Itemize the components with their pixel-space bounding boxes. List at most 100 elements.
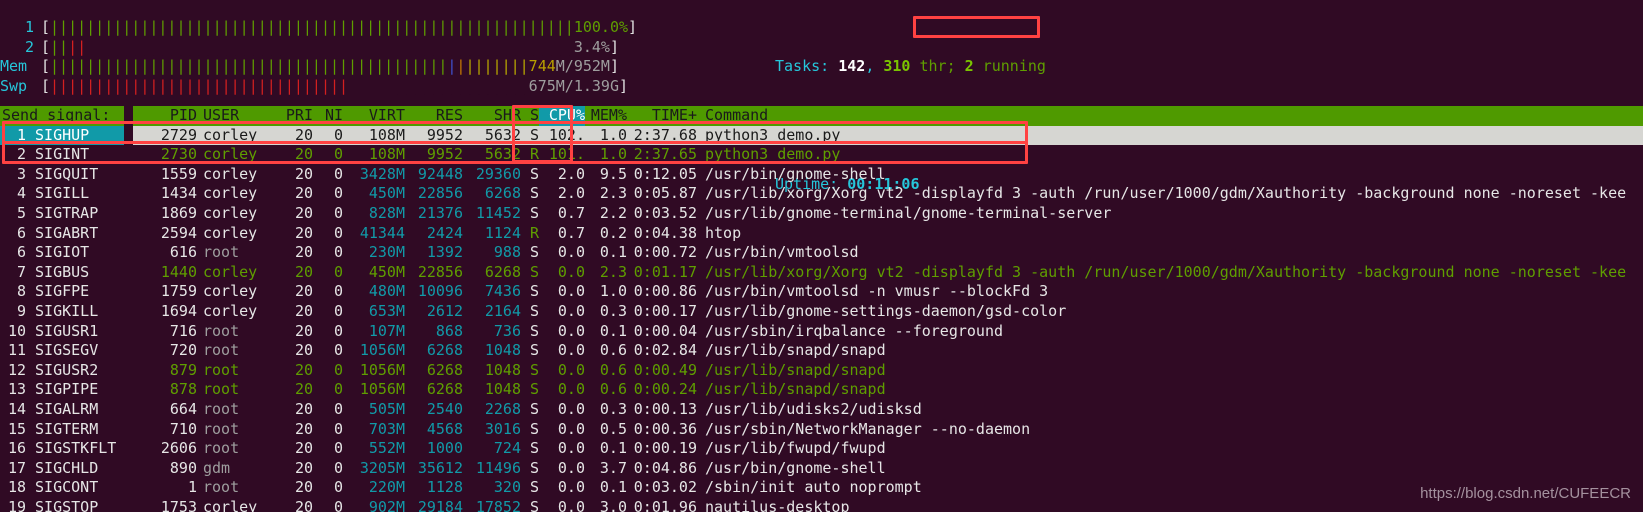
meter-bars: ||||||||||||||||||||||||||||||||||||||||…	[50, 18, 574, 36]
table-row[interactable]: 664 root 20 0 505M 2540 2268 S 0.0 0.3 0:00.13/usr…	[133, 400, 1643, 420]
cell-pid: 2606	[160, 439, 197, 458]
cell-ni: 0	[333, 223, 343, 242]
signal-name: SIGFPE	[26, 282, 90, 301]
signal-item-sigbus[interactable]: 7 SIGBUS	[0, 263, 124, 283]
table-row[interactable]: 2730 corley 20 0 108M 9952 5632 R 101. 1.0 2:37.65…	[133, 145, 1643, 165]
cell-cpu-pct: 0.0	[557, 497, 585, 512]
table-row[interactable]: 716 root 20 0 107M 868 736 S 0.0 0.1 0:00.04/usr/s…	[133, 322, 1643, 342]
table-row[interactable]: 710 root 20 0 703M 4568 3016 S 0.0 0.5 0:00.36/usr…	[133, 420, 1643, 440]
column-header-mem-pct[interactable]: MEM%	[585, 106, 627, 126]
cell-virt: 450M	[368, 262, 405, 281]
signal-number: 7	[16, 262, 26, 281]
cell-virt: 653M	[368, 301, 405, 320]
cell-pri: 20	[294, 341, 313, 360]
table-row[interactable]: 1559 corley 20 0 3428M 92448 29360 S 2.0 9.5 0:12.…	[133, 165, 1643, 185]
table-row[interactable]: 1753 corley 20 0 902M 29184 17852 S 0.0 3.0 0:01.9…	[133, 498, 1643, 512]
cell-res: 6268	[426, 341, 463, 360]
signal-name: SIGINT	[26, 145, 90, 164]
table-row[interactable]: 890 gdm 20 0 3205M 35612 11496 S 0.0 3.7 0:04.86/u…	[133, 459, 1643, 479]
table-row[interactable]: 1434 corley 20 0 450M 22856 6268 S 2.0 2.3 0:05.87…	[133, 184, 1643, 204]
cell-pid: 890	[169, 458, 197, 477]
signal-item-sigstop[interactable]: 19 SIGSTOP	[0, 498, 124, 512]
cell-command: python3 demo.py	[705, 125, 841, 144]
cell-res: 1392	[426, 243, 463, 262]
signal-item-sigint[interactable]: 2 SIGINT	[0, 145, 124, 165]
column-header-cpu-pct[interactable]: CPU%	[539, 106, 585, 126]
signal-item-sigkill[interactable]: 9 SIGKILL	[0, 302, 124, 322]
cell-user: corley	[203, 184, 258, 203]
cell-cpu-pct: 0.0	[557, 321, 585, 340]
process-table[interactable]: PID USER PRI NI VIRT RES SHR S CPU% MEM% TIME+ Comm…	[133, 106, 1643, 512]
meter-label: Swp	[0, 76, 28, 95]
meter-close-bracket: ]	[618, 76, 629, 95]
cell-pri: 20	[294, 164, 313, 183]
cell-shr: 3016	[484, 419, 521, 438]
signal-item-sigalrm[interactable]: 14 SIGALRM	[0, 400, 124, 420]
cell-pri: 20	[294, 243, 313, 262]
signal-item-sigfpe[interactable]: 8 SIGFPE	[0, 282, 124, 302]
table-row[interactable]: 720 root 20 0 1056M 6268 1048 S 0.0 0.6 0:02.84/us…	[133, 341, 1643, 361]
cell-command: python3 demo.py	[705, 145, 841, 164]
table-row[interactable]: 878 root 20 0 1056M 6268 1048 S 0.0 0.6 0:00.24/us…	[133, 380, 1643, 400]
column-header-user[interactable]: USER	[197, 106, 273, 126]
table-row[interactable]: 1869 corley 20 0 828M 21376 11452 S 0.7 2.2 0:03.5…	[133, 204, 1643, 224]
signal-item-sigquit[interactable]: 3 SIGQUIT	[0, 165, 124, 185]
signal-item-sigchld[interactable]: 17 SIGCHLD	[0, 459, 124, 479]
signal-item-sigusr1[interactable]: 10 SIGUSR1	[0, 322, 124, 342]
signal-item-sigtrap[interactable]: 5 SIGTRAP	[0, 204, 124, 224]
signal-item-sigabrt[interactable]: 6 SIGABRT	[0, 224, 124, 244]
column-header-res[interactable]: RES	[405, 106, 463, 126]
column-header-command[interactable]: Command	[697, 106, 768, 126]
signal-item-sigill[interactable]: 4 SIGILL	[0, 184, 124, 204]
column-header-pid[interactable]: PID	[133, 106, 197, 126]
signal-number: 12	[7, 360, 26, 379]
cell-virt: 828M	[368, 203, 405, 222]
cell-res: 2540	[426, 399, 463, 418]
table-row[interactable]: 2594 corley 20 0 41344 2424 1124 R 0.7 0.2 0:04.38…	[133, 224, 1643, 244]
signal-item-sigiot[interactable]: 6 SIGIOT	[0, 243, 124, 263]
cell-pid: 879	[169, 360, 197, 379]
table-row[interactable]: 1694 corley 20 0 653M 2612 2164 S 0.0 0.3 0:00.17 /…	[133, 302, 1643, 322]
column-header-virt[interactable]: VIRT	[343, 106, 405, 126]
cell-virt: 3205M	[359, 458, 405, 477]
process-table-header[interactable]: PID USER PRI NI VIRT RES SHR S CPU% MEM% TIME+ Comm…	[133, 106, 1643, 126]
column-header-ni[interactable]: NI	[313, 106, 343, 126]
signal-name: SIGBUS	[26, 262, 90, 281]
cell-mem-pct: 2.2	[599, 203, 627, 222]
cell-pid: 1869	[160, 203, 197, 222]
column-header-time-plus[interactable]: TIME+	[627, 106, 697, 126]
signal-item-sigusr2[interactable]: 12 SIGUSR2	[0, 361, 124, 381]
cell-mem-pct: 1.0	[599, 282, 627, 301]
table-row[interactable]: 2729 corley 20 0 108M 9952 5632 S 102. 1.0 2:37.68…	[133, 125, 1643, 146]
table-row[interactable]: 1759 corley 20 0 480M 10096 7436 S 0.0 1.0 0:00.86…	[133, 282, 1643, 302]
cell-cpu-pct: 0.0	[557, 439, 585, 458]
table-row[interactable]: 616 root 20 0 230M 1392 988 S 0.0 0.1 0:00.72/usr/…	[133, 243, 1643, 263]
table-row[interactable]: 1440 corley 20 0 450M 22856 6268 S 0.0 2.3 0:01.17…	[133, 263, 1643, 283]
table-row[interactable]: 879 root 20 0 1056M 6268 1048 S 0.0 0.6 0:00.49/us…	[133, 361, 1643, 381]
watermark: https://blog.csdn.net/CUFEECR	[1420, 485, 1631, 503]
send-signal-panel[interactable]: Send signal: 1 SIGHUP 2 SIGINT 3 SIGQUIT 4 …	[0, 106, 124, 512]
cell-shr: 1124	[484, 223, 521, 242]
cell-shr: 6268	[484, 262, 521, 281]
cell-mem-pct: 0.5	[599, 419, 627, 438]
cell-cpu-pct: 0.0	[557, 282, 585, 301]
column-header-shr[interactable]: SHR	[463, 106, 521, 126]
cell-pid: 1753	[160, 497, 197, 512]
table-row[interactable]: 1 root 20 0 220M 1128 320 S 0.0 0.1 0:03.02/sbin/i…	[133, 478, 1643, 498]
cell-command: /usr/lib/udisks2/udisksd	[705, 399, 922, 418]
signal-item-sigpipe[interactable]: 13 SIGPIPE	[0, 380, 124, 400]
table-row[interactable]: 2606 root 20 0 552M 1000 724 S 0.0 0.1 0:00.19/usr…	[133, 439, 1643, 459]
meter-open-bracket: [	[41, 57, 51, 76]
signal-item-sigsegv[interactable]: 11 SIGSEGV	[0, 341, 124, 361]
column-header-s[interactable]: S	[521, 106, 539, 126]
signal-item-sigterm[interactable]: 15 SIGTERM	[0, 420, 124, 440]
meter-bars: ||||||||||||||||||||||||||||||||||||||||…	[50, 57, 529, 76]
signal-item-sigcont[interactable]: 18 SIGCONT	[0, 478, 124, 498]
column-header-pri[interactable]: PRI	[273, 106, 313, 126]
meter-value: 675M/1.39G	[528, 76, 619, 95]
signal-item-sigstkflt[interactable]: 16 SIGSTKFLT	[0, 439, 124, 459]
cell-mem-pct: 2.3	[599, 184, 627, 203]
cell-command: /usr/lib/snapd/snapd	[705, 341, 886, 360]
signal-item-sighup[interactable]: 1 SIGHUP	[0, 125, 124, 146]
cell-shr: 736	[493, 321, 521, 340]
